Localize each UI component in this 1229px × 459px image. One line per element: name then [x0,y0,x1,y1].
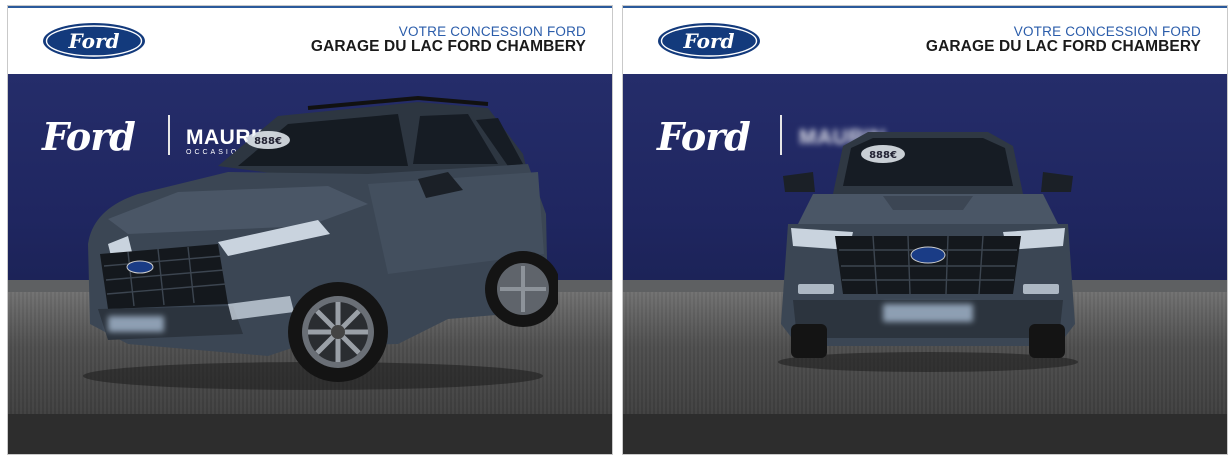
dealer-title: GARAGE DU LAC FORD CHAMBERY [925,38,1201,56]
ford-script-logo: Ford [657,114,751,159]
showroom-scene: Ford MAURIN OCCASIONS 888€ [8,74,612,454]
photo-bottom-band [623,414,1227,454]
ford-explorer-suv-front-view: 888€ [778,132,1078,372]
ford-explorer-suv-side-view: 888€ [83,95,558,390]
ford-oval-text: Ford [683,29,735,53]
license-plate-blurred [883,304,973,322]
dealer-name: VOTRE CONCESSION FORD GARAGE DU LAC FORD… [925,24,1201,56]
dealer-title: GARAGE DU LAC FORD CHAMBERY [310,38,586,56]
vehicle-photo-card-2[interactable]: Ford VOTRE CONCESSION FORD GARAGE DU LAC… [622,5,1228,455]
ford-oval-logo: Ford [43,23,145,59]
showroom-scene: Ford MAURIN 888€ [623,74,1227,454]
dealer-header: Ford VOTRE CONCESSION FORD GARAGE DU LAC… [623,6,1227,74]
windshield-sticker: 888€ [869,150,897,161]
ford-oval-logo: Ford [658,23,760,59]
license-plate-blurred [108,316,164,332]
vehicle-photo-card-1[interactable]: Ford VOTRE CONCESSION FORD GARAGE DU LAC… [7,5,613,455]
ford-oval-text: Ford [68,29,120,53]
dealer-tagline: VOTRE CONCESSION FORD [1013,24,1201,39]
dealer-name: VOTRE CONCESSION FORD GARAGE DU LAC FORD… [310,24,586,56]
windshield-sticker: 888€ [254,136,282,147]
dealer-header: Ford VOTRE CONCESSION FORD GARAGE DU LAC… [8,6,612,74]
photo-bottom-band [8,414,612,454]
dealer-tagline: VOTRE CONCESSION FORD [398,24,586,39]
